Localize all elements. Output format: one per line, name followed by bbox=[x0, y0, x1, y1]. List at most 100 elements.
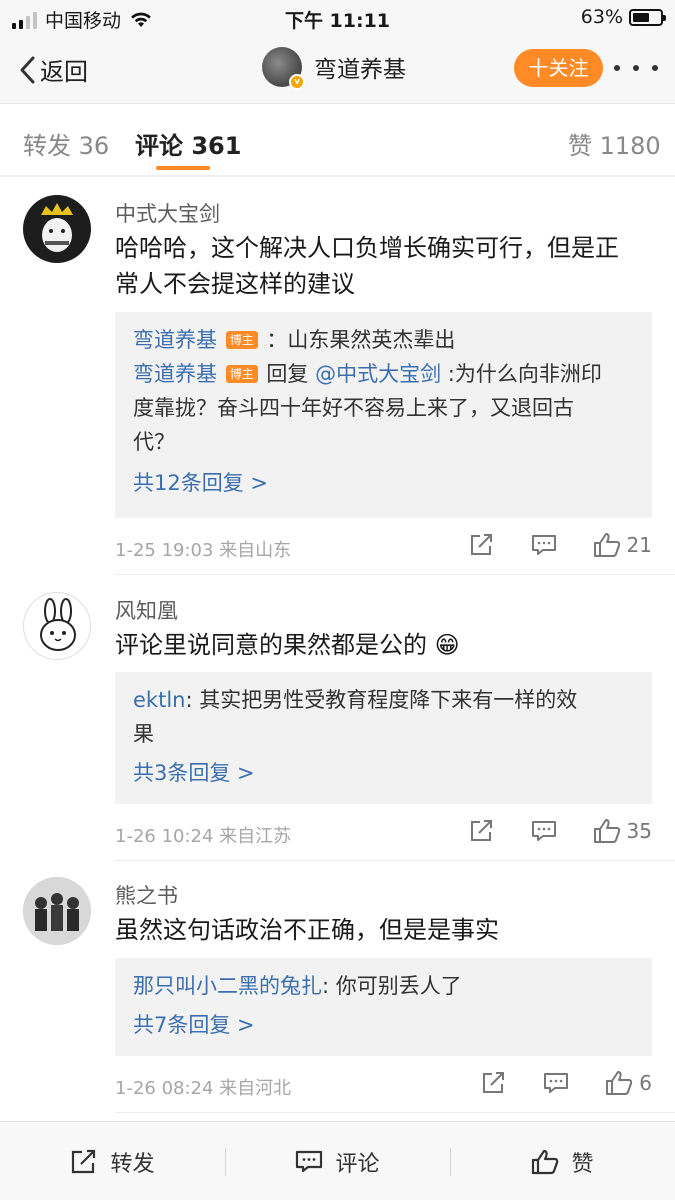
comment-text-line: 哈哈哈，这个解决人口负增长确实可行，但是正 bbox=[115, 234, 619, 262]
reply-item: ektln: 其实把男性受教育程度降下来有一样的效 果 bbox=[115, 683, 652, 751]
more-replies-link[interactable]: 共12条回复 > bbox=[115, 467, 652, 497]
share-icon bbox=[470, 820, 492, 841]
thumbs-up-icon bbox=[593, 533, 620, 557]
share-button[interactable] bbox=[481, 1071, 507, 1095]
tab-comments[interactable]: 评论 361 bbox=[135, 126, 241, 161]
like-count: 35 bbox=[626, 819, 652, 843]
comment-text-line: 评论里说同意的果然都是公的 bbox=[115, 631, 427, 659]
tabs: 转发 36 评论 361 赞 1180 bbox=[0, 104, 675, 176]
share-button[interactable] bbox=[469, 533, 495, 557]
like-label: 赞 bbox=[571, 1151, 594, 1177]
share-icon bbox=[72, 1149, 96, 1173]
bottom-action-bar: 转发 评论 赞 bbox=[0, 1121, 675, 1200]
mention-link[interactable]: @中式大宝剑 bbox=[315, 362, 441, 386]
more-replies-link[interactable]: 共3条回复 > bbox=[115, 757, 652, 787]
comment-text: 虽然这句话政治不正确，但是是事实 bbox=[115, 916, 499, 944]
reply-button[interactable] bbox=[531, 533, 557, 557]
battery-percent: 63% bbox=[580, 6, 623, 28]
like-button[interactable]: 35 bbox=[593, 818, 652, 844]
page-title[interactable]: 弯道养基 bbox=[314, 50, 406, 84]
avatar[interactable] bbox=[23, 592, 91, 660]
share-button[interactable] bbox=[469, 819, 495, 843]
comment-icon bbox=[296, 1150, 323, 1172]
thumbs-up-icon bbox=[606, 1071, 633, 1095]
more-icon[interactable] bbox=[614, 53, 658, 83]
comment-label: 评论 bbox=[335, 1151, 380, 1177]
comment-username[interactable]: 中式大宝剑 bbox=[115, 198, 220, 228]
reply-item: 弯道养基 博主 回复 @中式大宝剑 :为什么向非洲印 度靠拢？奋斗四十年好不容易… bbox=[115, 357, 652, 459]
bunny-avatar-icon bbox=[40, 598, 76, 651]
nav-account[interactable]: v 弯道养基 bbox=[262, 47, 406, 90]
tab-underline bbox=[156, 166, 210, 170]
verified-icon: v bbox=[289, 74, 305, 90]
divider bbox=[0, 175, 675, 177]
comment-meta: 1-26 10:24 来自江苏 bbox=[115, 826, 292, 847]
author-badge: 博主 bbox=[225, 365, 258, 383]
reply-text: 果 bbox=[133, 722, 154, 746]
comment-actions: 21 bbox=[469, 532, 652, 558]
divider bbox=[115, 574, 675, 575]
grin-emoji: 😁 bbox=[434, 631, 460, 659]
reply-button[interactable] bbox=[543, 1071, 569, 1095]
divider bbox=[115, 860, 675, 861]
reply-button[interactable] bbox=[531, 819, 557, 843]
reply-author[interactable]: 弯道养基 bbox=[133, 328, 217, 352]
avatar[interactable] bbox=[23, 195, 91, 263]
comment-actions: 6 bbox=[481, 1070, 652, 1096]
comment-text: 哈哈哈，这个解决人口负增长确实可行，但是正 常人不会提这样的建议 bbox=[115, 230, 655, 302]
reply-text: ：山东果然英杰辈出 bbox=[266, 328, 456, 352]
more-replies-link[interactable]: 共7条回复 > bbox=[115, 1009, 652, 1039]
replies-box[interactable]: 弯道养基 博主 ：山东果然英杰辈出 弯道养基 博主 回复 @中式大宝剑 :为什么… bbox=[115, 312, 652, 518]
back-label: 返回 bbox=[40, 58, 88, 86]
comment-icon bbox=[531, 535, 556, 555]
reply-text: : 你可别丢人了 bbox=[322, 974, 462, 998]
comment-icon bbox=[531, 821, 556, 841]
share-icon bbox=[470, 534, 492, 555]
avatar[interactable]: v bbox=[262, 47, 305, 90]
group-photo-avatar-icon bbox=[23, 877, 91, 945]
reply-author[interactable]: ektln bbox=[133, 688, 185, 712]
comment-icon bbox=[544, 1073, 569, 1093]
status-bar: 中国移动 下午 11:11 63% bbox=[0, 0, 675, 34]
comment-username[interactable]: 熊之书 bbox=[115, 880, 178, 910]
battery-icon bbox=[629, 8, 666, 26]
back-button[interactable]: 返回 bbox=[18, 52, 88, 87]
divider bbox=[115, 1112, 675, 1113]
comment-actions: 35 bbox=[469, 818, 652, 844]
avatar[interactable] bbox=[23, 877, 91, 945]
thumbs-up-icon bbox=[532, 1149, 559, 1174]
comment-text-line: 常人不会提这样的建议 bbox=[115, 270, 355, 298]
reply-item: 那只叫小二黑的兔扎: 你可别丢人了 bbox=[115, 969, 652, 1003]
status-bar-right: 63% bbox=[580, 6, 666, 28]
repost-button[interactable]: 转发 bbox=[0, 1122, 225, 1200]
reply-author[interactable]: 弯道养基 bbox=[133, 362, 217, 386]
reply-word: 回复 bbox=[266, 362, 316, 386]
tab-repost[interactable]: 转发 36 bbox=[23, 126, 109, 161]
comment-button[interactable]: 评论 bbox=[225, 1122, 450, 1200]
comment-username[interactable]: 风知凰 bbox=[115, 595, 178, 625]
thumbs-up-icon bbox=[593, 819, 620, 843]
reply-text: 代？ bbox=[133, 430, 175, 454]
like-count: 21 bbox=[626, 533, 652, 557]
like-button[interactable]: 赞 bbox=[450, 1122, 675, 1200]
reply-author[interactable]: 那只叫小二黑的兔扎 bbox=[133, 974, 322, 998]
tab-likes[interactable]: 赞 1180 bbox=[568, 126, 661, 161]
reply-text: 度靠拢？奋斗四十年好不容易上来了，又退回古 bbox=[133, 396, 574, 420]
comment-meta: 1-25 19:03 来自山东 bbox=[115, 540, 292, 561]
replies-box[interactable]: ektln: 其实把男性受教育程度降下来有一样的效 果 共3条回复 > bbox=[115, 672, 652, 804]
nav-bar: 返回 v 弯道养基 十关注 bbox=[0, 34, 675, 104]
like-count: 6 bbox=[639, 1071, 652, 1095]
repost-label: 转发 bbox=[110, 1151, 155, 1177]
replies-box[interactable]: 那只叫小二黑的兔扎: 你可别丢人了 共7条回复 > bbox=[115, 958, 652, 1056]
like-button[interactable]: 6 bbox=[605, 1070, 652, 1096]
reply-item: 弯道养基 博主 ：山东果然英杰辈出 bbox=[115, 323, 652, 357]
follow-button[interactable]: 十关注 bbox=[514, 49, 603, 87]
reply-text: : 其实把男性受教育程度降下来有一样的效 bbox=[185, 688, 578, 712]
author-badge: 博主 bbox=[225, 331, 258, 349]
chevron-left-icon bbox=[20, 56, 35, 83]
status-time: 下午 11:11 bbox=[284, 10, 391, 32]
crowned-dog-avatar-icon bbox=[41, 203, 73, 252]
like-button[interactable]: 21 bbox=[593, 532, 652, 558]
share-icon bbox=[483, 1072, 505, 1093]
reply-text: :为什么向非洲印 bbox=[447, 362, 602, 386]
